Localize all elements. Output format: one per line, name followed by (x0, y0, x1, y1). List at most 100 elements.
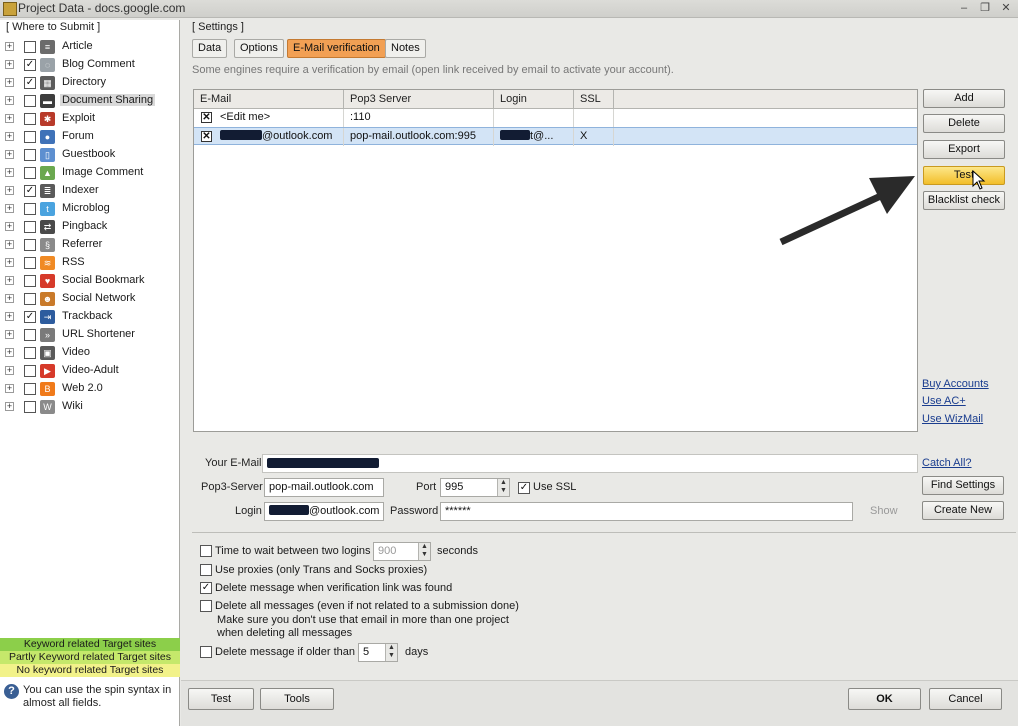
use-ssl-checkbox[interactable]: ✓ (518, 482, 530, 494)
tree-item-web-2-0[interactable]: + B Web 2.0 (0, 380, 178, 398)
port-spinner[interactable]: ▲ ▼ (497, 479, 509, 496)
minimize-icon[interactable]: – (956, 1, 972, 15)
tree-item-checkbox[interactable] (24, 221, 36, 233)
expand-icon[interactable]: + (5, 114, 14, 123)
tree-item-checkbox[interactable]: ✓ (24, 185, 36, 197)
tree-item-blog-comment[interactable]: + ✓ ◌ Blog Comment (0, 56, 178, 74)
tree-item-checkbox[interactable] (24, 239, 36, 251)
delete-older-days-spinner[interactable]: ▲ ▼ (385, 644, 397, 661)
expand-icon[interactable]: + (5, 186, 14, 195)
cancel-button[interactable]: Cancel (929, 688, 1002, 710)
expand-icon[interactable]: + (5, 402, 14, 411)
tree-item-forum[interactable]: + ● Forum (0, 128, 178, 146)
tree-item-social-bookmark[interactable]: + ♥ Social Bookmark (0, 272, 178, 290)
find-settings-button[interactable]: Find Settings (922, 476, 1004, 495)
tree-item-social-network[interactable]: + ☻ Social Network (0, 290, 178, 308)
tab-options[interactable]: Options (234, 39, 284, 58)
tree-item-checkbox[interactable] (24, 401, 36, 413)
tree-item-checkbox[interactable] (24, 365, 36, 377)
tree-item-microblog[interactable]: + t Microblog (0, 200, 178, 218)
use-proxies-checkbox[interactable] (200, 564, 212, 576)
tree-item-checkbox[interactable] (24, 257, 36, 269)
your-email-field[interactable] (262, 454, 918, 473)
tree-item-rss[interactable]: + ≋ RSS (0, 254, 178, 272)
tree-item-video[interactable]: + ▣ Video (0, 344, 178, 362)
password-input[interactable]: ****** (440, 502, 853, 521)
expand-icon[interactable]: + (5, 276, 14, 285)
expand-icon[interactable]: + (5, 42, 14, 51)
expand-icon[interactable]: + (5, 312, 14, 321)
column-header-login[interactable]: Login (494, 90, 574, 109)
tree-item-checkbox[interactable] (24, 95, 36, 107)
tree-item-checkbox[interactable]: ✓ (24, 77, 36, 89)
column-header-ssl[interactable]: SSL (574, 90, 614, 109)
tree-item-pingback[interactable]: + ⇄ Pingback (0, 218, 178, 236)
column-header-email[interactable]: E-Mail (194, 90, 344, 109)
tab-notes[interactable]: Notes (385, 39, 426, 58)
tree-item-directory[interactable]: + ✓ ▦ Directory (0, 74, 178, 92)
tab-data[interactable]: Data (192, 39, 228, 58)
maximize-icon[interactable]: ❐ (977, 1, 993, 15)
email-accounts-grid[interactable]: E-Mail Pop3 Server Login SSL ✕ <Edit me>… (193, 89, 918, 432)
close-icon[interactable]: ✕ (998, 1, 1014, 15)
delete-older-checkbox[interactable] (200, 646, 212, 658)
tree-item-indexer[interactable]: + ✓ ≣ Indexer (0, 182, 178, 200)
expand-icon[interactable]: + (5, 132, 14, 141)
wait-seconds-input[interactable]: 900 ▲ ▼ (373, 542, 431, 561)
expand-icon[interactable]: + (5, 222, 14, 231)
expand-icon[interactable]: + (5, 96, 14, 105)
test-button[interactable]: Test (188, 688, 254, 710)
port-input[interactable]: 995 ▲ ▼ (440, 478, 510, 497)
blacklist-check-button[interactable]: Blacklist check (923, 191, 1005, 210)
show-password-link[interactable]: Show (870, 505, 898, 517)
expand-icon[interactable]: + (5, 330, 14, 339)
tree-item-checkbox[interactable] (24, 131, 36, 143)
tree-item-guestbook[interactable]: + ▯ Guestbook (0, 146, 178, 164)
tree-item-checkbox[interactable]: ✓ (24, 59, 36, 71)
delete-button[interactable]: Delete (923, 114, 1005, 133)
row-checkbox[interactable]: ✕ (201, 131, 212, 142)
tree-item-checkbox[interactable] (24, 203, 36, 215)
expand-icon[interactable]: + (5, 258, 14, 267)
tree-item-trackback[interactable]: + ✓ ⇥ Trackback (0, 308, 178, 326)
tree-item-article[interactable]: + ≡ Article (0, 38, 178, 56)
tree-item-exploit[interactable]: + ✱ Exploit (0, 110, 178, 128)
expand-icon[interactable]: + (5, 366, 14, 375)
tree-item-checkbox[interactable] (24, 167, 36, 179)
delete-all-checkbox[interactable] (200, 600, 212, 612)
tree-item-referrer[interactable]: + § Referrer (0, 236, 178, 254)
delete-found-checkbox[interactable]: ✓ (200, 582, 212, 594)
tree-item-checkbox[interactable]: ✓ (24, 311, 36, 323)
tree-item-checkbox[interactable] (24, 329, 36, 341)
login-input[interactable]: @outlook.com (264, 502, 384, 521)
tree-item-wiki[interactable]: + W Wiki (0, 398, 178, 416)
export-button[interactable]: Export (923, 140, 1005, 159)
use-wizmail-link[interactable]: Use WizMail (922, 413, 983, 425)
tree-item-image-comment[interactable]: + ▲ Image Comment (0, 164, 178, 182)
expand-icon[interactable]: + (5, 384, 14, 393)
tree-item-url-shortener[interactable]: + » URL Shortener (0, 326, 178, 344)
add-button[interactable]: Add (923, 89, 1005, 108)
ok-button[interactable]: OK (848, 688, 921, 710)
tree-item-checkbox[interactable] (24, 149, 36, 161)
expand-icon[interactable]: + (5, 204, 14, 213)
expand-icon[interactable]: + (5, 240, 14, 249)
tools-button[interactable]: Tools (260, 688, 334, 710)
tree-item-video-adult[interactable]: + ▶ Video-Adult (0, 362, 178, 380)
tree-item-checkbox[interactable] (24, 113, 36, 125)
tree-item-document-sharing[interactable]: + ▬ Document Sharing (0, 92, 178, 110)
create-new-button[interactable]: Create New (922, 501, 1004, 520)
row-checkbox[interactable]: ✕ (201, 112, 212, 123)
expand-icon[interactable]: + (5, 348, 14, 357)
delete-older-days-input[interactable]: 5 ▲ ▼ (358, 643, 398, 662)
buy-accounts-link[interactable]: Buy Accounts (922, 378, 989, 390)
tree-item-checkbox[interactable] (24, 41, 36, 53)
catch-all-link[interactable]: Catch All? (922, 457, 972, 469)
expand-icon[interactable]: + (5, 294, 14, 303)
expand-icon[interactable]: + (5, 150, 14, 159)
pop3-server-input[interactable]: pop-mail.outlook.com (264, 478, 384, 497)
tree-item-checkbox[interactable] (24, 347, 36, 359)
tree-item-checkbox[interactable] (24, 275, 36, 287)
table-row[interactable]: ✕ <Edit me> :110 (194, 109, 917, 127)
tab-email-verification[interactable]: E-Mail verification (287, 39, 386, 58)
